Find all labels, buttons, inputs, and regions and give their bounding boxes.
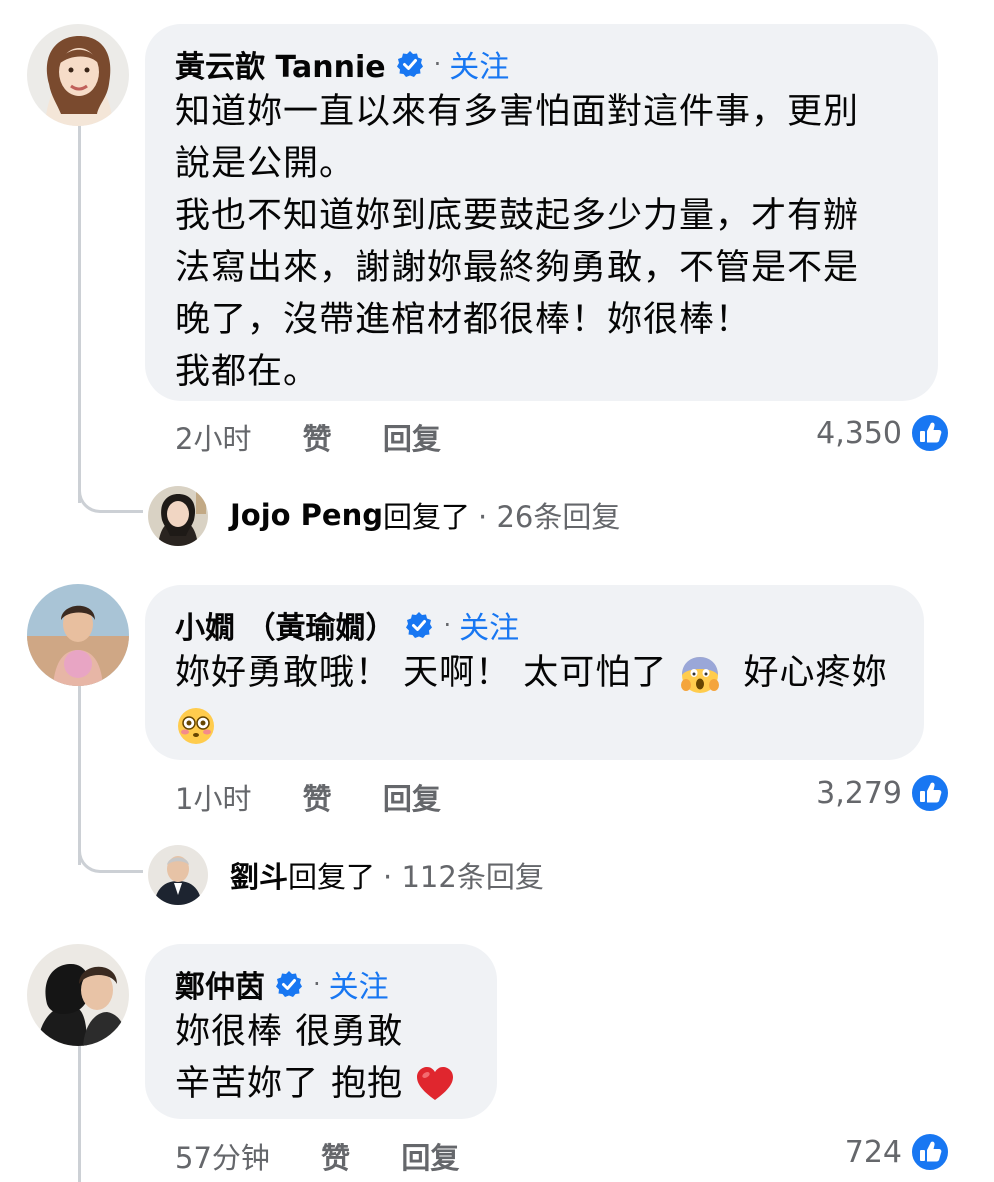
comment-line: 知道妳一直以來有多害怕面對這件事，更別	[175, 92, 860, 132]
avatar-jojo-peng-image	[148, 486, 208, 546]
reply-button[interactable]: 回复	[401, 1141, 459, 1175]
comment-line: 我都在。	[175, 352, 320, 392]
reply-count: · 26条回复	[478, 500, 621, 534]
replied-label: 回复了	[383, 500, 471, 534]
follow-link[interactable]: 关注	[329, 962, 389, 1006]
thread-line-1	[78, 125, 81, 503]
comment-line: 妳好勇敢哦！ 天啊！ 太可怕了	[175, 653, 668, 693]
comment-text-3: 妳很棒 很勇敢 辛苦妳了 抱抱	[175, 1006, 471, 1110]
face-screaming-in-fear-icon	[681, 657, 720, 693]
thumbs-up-icon	[910, 413, 950, 453]
comment-bubble-3: 鄭仲茵 · 关注 妳很棒 很勇敢 辛苦妳了 抱抱	[145, 944, 497, 1119]
comment-bubble-1: 黃云歆 Tannie · 关注 知道妳一直以來有多害怕面對這件事，更別 說是公開…	[145, 24, 938, 401]
comment-text-2: 妳好勇敢哦！ 天啊！ 太可怕了 好心疼妳	[175, 647, 898, 751]
follow-link[interactable]: 关注	[449, 42, 509, 86]
comment-header-2: 小嫺 （黃瑜嫺） · 关注	[175, 603, 898, 647]
comment-time[interactable]: 1小时	[175, 782, 251, 816]
reply-thread-2[interactable]: 劉斗 回复了 · 112条回复	[230, 854, 544, 896]
red-heart-icon	[417, 1067, 454, 1100]
follow-link[interactable]: 关注	[459, 603, 519, 647]
avatar-zheng-zhongyin-image	[27, 944, 129, 1046]
reaction-count-1[interactable]: 4,350	[816, 413, 950, 453]
comment-text-1: 知道妳一直以來有多害怕面對這件事，更別 說是公開。 我也不知道妳到底要鼓起多少力…	[175, 86, 912, 398]
avatar-liu-dou-image	[148, 845, 208, 905]
comment-line: 說是公開。	[175, 144, 356, 184]
thumbs-up-icon	[910, 1132, 950, 1172]
avatar-liu-dou[interactable]	[148, 845, 208, 905]
comment-line: 好心疼妳	[743, 653, 888, 693]
comment-line: 妳很棒 很勇敢	[175, 1012, 404, 1052]
separator-dot: ·	[443, 611, 452, 639]
avatar-zheng-zhongyin[interactable]	[27, 944, 129, 1046]
avatar-jojo-peng[interactable]	[148, 486, 208, 546]
comment-actions-2: 1小时 赞 回复	[175, 776, 483, 818]
comment-line: 法寫出來，謝謝妳最終夠勇敢，不管是不是	[175, 248, 860, 288]
comment-emoji-line	[175, 699, 898, 751]
comment-line: 辛苦妳了 抱抱	[175, 1064, 404, 1104]
separator-dot: ·	[433, 50, 442, 78]
thread-curve-1	[78, 470, 143, 513]
author-name[interactable]: 小嫺 （黃瑜嫺）	[175, 603, 395, 647]
separator-dot: ·	[313, 970, 321, 998]
like-button[interactable]: 赞	[321, 1141, 350, 1175]
avatar-xiaoxian[interactable]	[27, 584, 129, 686]
replier-name: 劉斗	[230, 860, 289, 894]
reaction-count-text: 724	[844, 1134, 902, 1170]
replier-name: Jojo Peng	[230, 498, 384, 532]
comment-line-with-emoji: 辛苦妳了 抱抱	[175, 1058, 471, 1110]
like-button[interactable]: 赞	[303, 782, 332, 816]
replied-label: 回复了	[288, 860, 376, 894]
comment-line-with-emoji: 妳好勇敢哦！ 天啊！ 太可怕了 好心疼妳	[175, 647, 898, 699]
comment-bubble-2: 小嫺 （黃瑜嫺） · 关注 妳好勇敢哦！ 天啊！ 太可怕了 好心疼妳	[145, 585, 924, 760]
thumbs-up-icon	[910, 773, 950, 813]
comment-actions-1: 2小时 赞 回复	[175, 416, 483, 458]
flushed-face-icon	[178, 708, 214, 744]
avatar-xiaoxian-image	[27, 584, 129, 686]
reaction-count-text: 4,350	[816, 415, 902, 451]
author-name[interactable]: 黃云歆 Tannie	[175, 42, 386, 86]
thread-line-3	[78, 1045, 81, 1182]
verified-badge-icon	[406, 612, 433, 638]
comment-header-1: 黃云歆 Tannie · 关注	[175, 42, 912, 86]
reply-button[interactable]: 回复	[383, 782, 441, 816]
reaction-count-text: 3,279	[816, 775, 902, 811]
verified-badge-icon	[396, 51, 423, 77]
author-name[interactable]: 鄭仲茵	[175, 962, 265, 1006]
reaction-count-2[interactable]: 3,279	[816, 773, 950, 813]
thread-curve-2	[78, 830, 143, 873]
reply-thread-1[interactable]: Jojo Peng 回复了 · 26条回复	[230, 494, 620, 536]
comment-actions-3: 57分钟 赞 回复	[175, 1135, 501, 1177]
reaction-count-3[interactable]: 724	[845, 1132, 950, 1172]
comment-time[interactable]: 57分钟	[175, 1141, 270, 1175]
comment-header-3: 鄭仲茵 · 关注	[175, 962, 471, 1006]
comment-time[interactable]: 2小时	[175, 422, 251, 456]
comment-line: 我也不知道妳到底要鼓起多少力量，才有辦	[175, 196, 860, 236]
avatar-tannie[interactable]	[27, 24, 129, 126]
verified-badge-icon	[276, 971, 302, 997]
comment-line: 晚了，沒帶進棺材都很棒！妳很棒！	[175, 300, 752, 340]
like-button[interactable]: 赞	[303, 422, 332, 456]
avatar-tannie-image	[27, 24, 129, 126]
reply-count: · 112条回复	[383, 860, 544, 894]
reply-button[interactable]: 回复	[383, 422, 441, 456]
